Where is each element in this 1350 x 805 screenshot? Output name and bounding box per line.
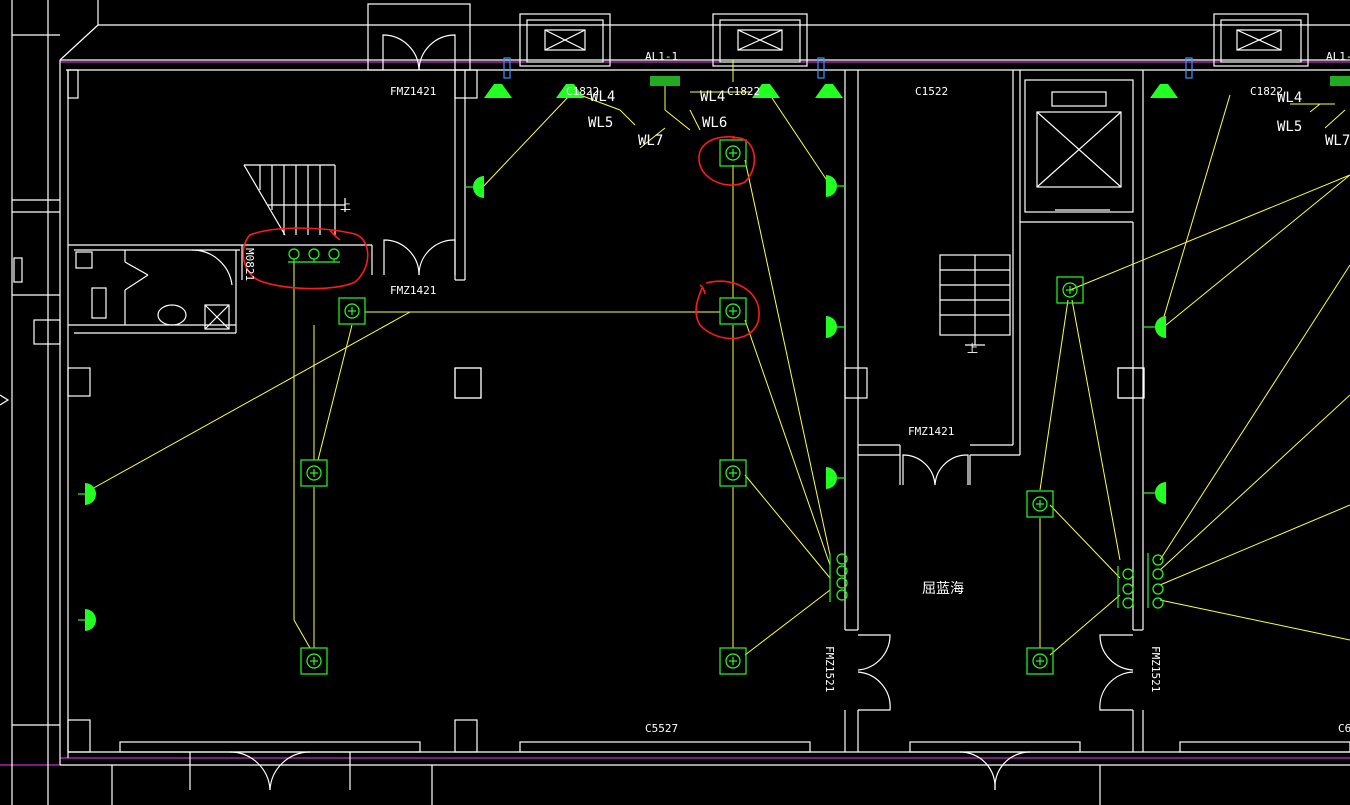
wall-lamp-icon[interactable] [1143,316,1166,338]
floor-plan-canvas[interactable]: FMZ1421 FMZ1421 FMZ1421 FMZ1521 FMZ1521 … [0,0,1350,805]
grid-lamp-icon[interactable] [300,647,328,675]
switch-group-icon[interactable] [1117,566,1134,609]
interior-walls [68,69,1350,805]
grid-lamp-icon[interactable] [719,297,747,325]
wall-lamp-icon[interactable] [815,84,843,98]
wall-lamp-icon[interactable] [1150,84,1178,98]
grid-lamp-icon[interactable] [719,139,747,167]
circuit-label: WL7 [1325,133,1350,149]
grid-lamp-icon[interactable] [300,459,328,487]
markup-circle-2 [695,280,760,340]
door-label: FMZ1421 [390,85,436,98]
room-name: 屈蓝海 [922,581,964,597]
door-label: FMZ1521 [823,646,836,692]
stair-up-label: 上 [967,342,978,355]
exterior-walls [0,0,1350,805]
window-label: C1522 [915,85,948,98]
circuit-label: WL5 [1277,119,1302,135]
wall-lamp-icon[interactable] [484,84,512,98]
grid-lamp-icon[interactable] [1026,647,1054,675]
wall-lamp-icon[interactable] [78,483,96,505]
circuit-label: WL7 [638,133,663,149]
wall-lamp-icon[interactable] [826,467,845,489]
grid-lamp-icon[interactable] [338,297,366,325]
grid-lamp-icon[interactable] [719,459,747,487]
wall-lamp-icon[interactable] [826,175,845,197]
circuit-label: WL5 [588,115,613,131]
stair-up-label: 上 [340,199,351,212]
fixtures[interactable] [78,57,1350,675]
circuit-label: WL6 [702,115,727,131]
markup-circle-3 [242,227,369,290]
panel-label: AL1-1 [1326,50,1350,63]
switch-group-icon[interactable] [288,248,340,263]
door-label: M0821 [243,248,256,281]
wall-lamp-icon[interactable] [78,609,96,631]
circuit-label: WL4 [590,89,615,105]
wall-lamp-icon[interactable] [465,176,484,198]
panel-label: AL1-1 [645,50,678,63]
grid-lamp-icon[interactable] [1026,490,1054,518]
wall-lamp-icon[interactable] [1143,482,1166,504]
door-label: FMZ1521 [1149,646,1162,692]
wall-lamp-icon[interactable] [826,316,845,338]
door-label: FMZ1421 [390,284,436,297]
door-label: FMZ1421 [908,425,954,438]
circuit-label: WL4 [1277,90,1302,106]
axis-lines [0,61,1350,766]
window-label: C1822 [727,85,760,98]
grid-lamp-icon[interactable] [719,647,747,675]
grid-lamp-icon[interactable] [1056,276,1084,304]
window-label: C6 [1338,722,1350,735]
labels: FMZ1421 FMZ1421 FMZ1421 FMZ1521 FMZ1521 … [243,50,1350,735]
window-label: C5527 [645,722,678,735]
circuit-label: WL4 [700,89,725,105]
